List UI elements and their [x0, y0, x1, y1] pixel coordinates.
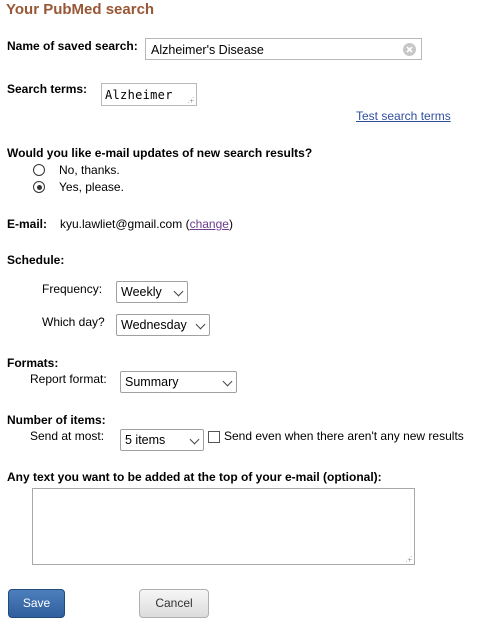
saved-search-name-label: Name of saved search: — [7, 39, 138, 53]
radio-no-label: No, thanks. — [59, 163, 120, 177]
radio-button-selected[interactable] — [33, 181, 45, 193]
number-of-items-label: Number of items: — [7, 413, 106, 427]
send-even-label: Send even when there aren't any new resu… — [224, 429, 464, 443]
resize-handle[interactable] — [405, 555, 412, 562]
frequency-label: Frequency: — [42, 282, 103, 296]
which-day-select[interactable]: Wednesday — [116, 314, 210, 336]
email-value: kyu.lawliet@gmail.com — [60, 217, 183, 231]
page-title: Your PubMed search — [6, 1, 155, 18]
extra-text-label: Any text you want to be added at the top… — [7, 470, 382, 484]
search-terms-value: Alzheimer — [105, 88, 173, 102]
search-terms-field[interactable]: Alzheimer — [101, 83, 197, 106]
test-search-terms-link[interactable]: Test search terms — [356, 109, 451, 123]
extra-text-area[interactable] — [32, 488, 415, 565]
formats-label: Formats: — [7, 356, 59, 370]
change-email-link[interactable]: change — [190, 217, 229, 231]
which-day-value: Wednesday — [121, 318, 187, 332]
clear-icon[interactable] — [403, 43, 416, 56]
send-even-checkbox[interactable] — [208, 431, 220, 443]
email-line: kyu.lawliet@gmail.com (change) — [60, 217, 233, 231]
send-at-most-select[interactable]: 5 items — [120, 429, 204, 451]
radio-button[interactable] — [33, 164, 45, 176]
chevron-down-icon — [173, 286, 184, 297]
radio-no-thanks[interactable]: No, thanks. — [33, 163, 233, 180]
chevron-down-icon — [195, 319, 206, 330]
updates-question: Would you like e-mail updates of new sea… — [7, 146, 313, 160]
email-label: E-mail: — [7, 217, 48, 231]
report-format-value: Summary — [125, 375, 179, 389]
which-day-label: Which day? — [42, 315, 105, 329]
resize-handle[interactable] — [187, 96, 194, 103]
saved-search-name-field[interactable]: Alzheimer's Disease — [145, 38, 422, 60]
radio-yes-label: Yes, please. — [59, 180, 124, 194]
radio-yes-please[interactable]: Yes, please. — [33, 180, 233, 197]
cancel-button[interactable]: Cancel — [139, 589, 209, 618]
save-button[interactable]: Save — [8, 589, 65, 618]
report-format-select[interactable]: Summary — [120, 371, 237, 393]
frequency-select[interactable]: Weekly — [116, 281, 188, 303]
frequency-value: Weekly — [121, 285, 162, 299]
email-close-paren: ) — [228, 217, 233, 231]
send-at-most-value: 5 items — [125, 433, 166, 447]
send-at-most-label: Send at most: — [30, 429, 105, 443]
chevron-down-icon — [189, 434, 200, 445]
chevron-down-icon — [222, 376, 233, 387]
report-format-label: Report format: — [30, 372, 107, 386]
search-terms-label: Search terms: — [7, 82, 88, 96]
saved-search-name-value: Alzheimer's Disease — [151, 43, 264, 57]
schedule-label: Schedule: — [7, 253, 65, 267]
